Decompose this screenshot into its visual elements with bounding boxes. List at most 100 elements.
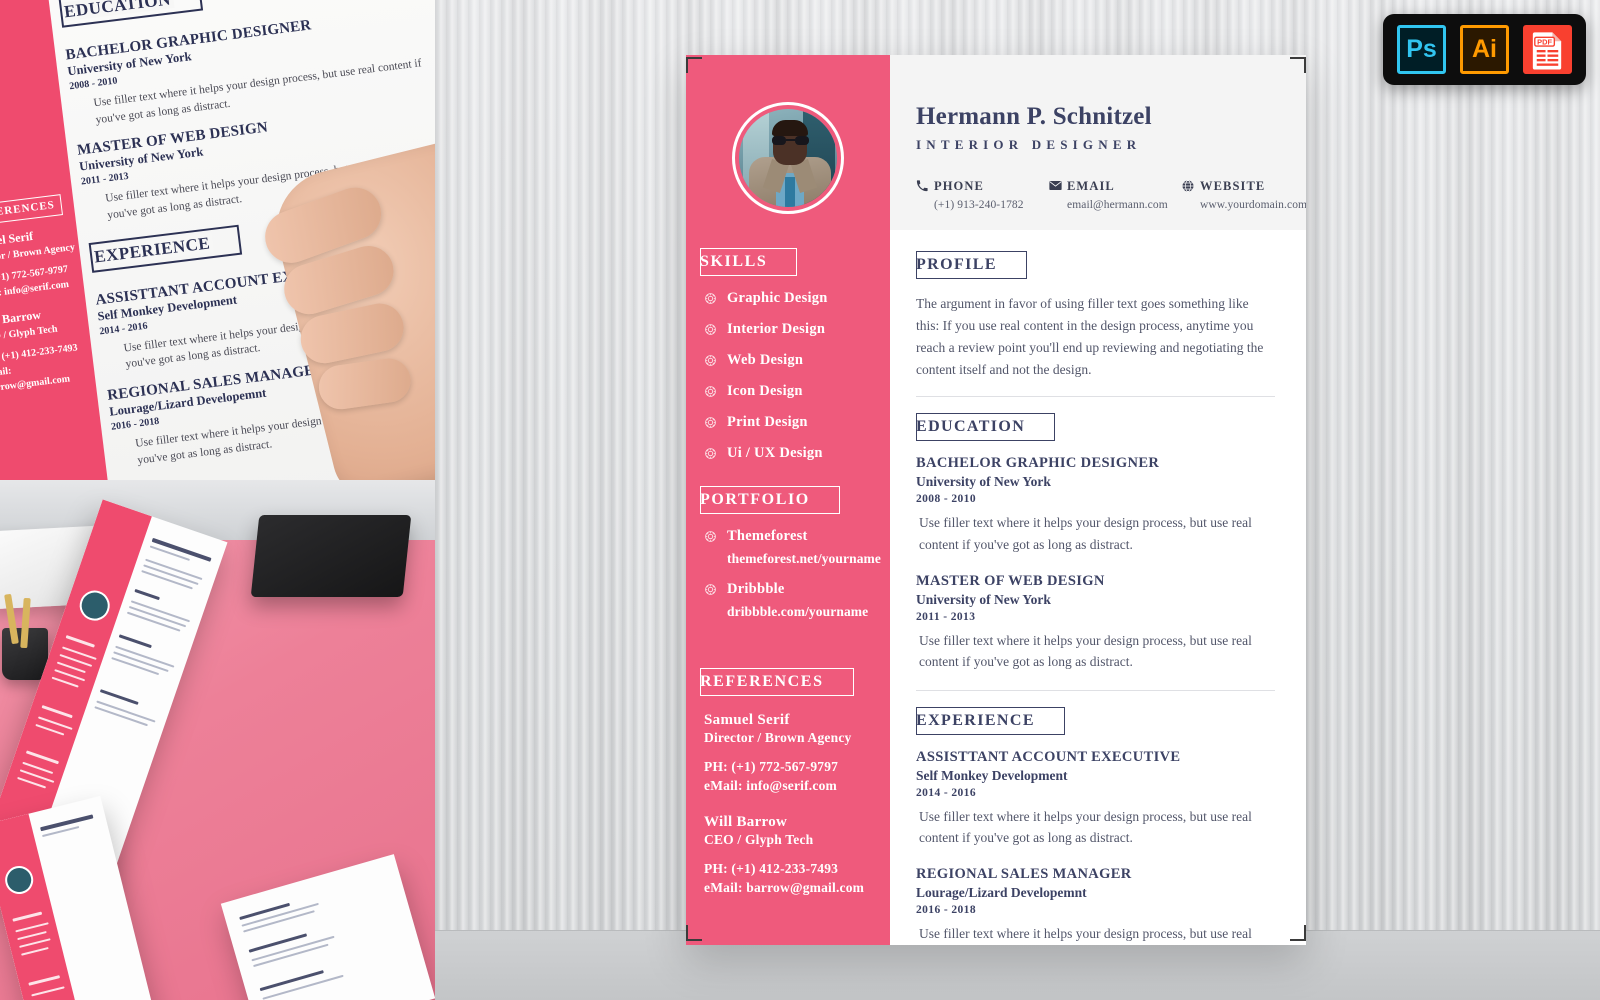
reference-phone: PH: (+1) 772-567-9797 xyxy=(704,759,839,774)
resume-main-column: Hermann P. Schnitzel INTERIOR DESIGNER P… xyxy=(890,55,1306,945)
illustrator-label: Ai xyxy=(1472,35,1497,63)
education-desc: Use filler text where it helps your desi… xyxy=(919,515,1252,553)
bullet-gear-icon xyxy=(704,385,717,398)
thumbnail-strip: REFERENCES Samuel Serif Director / Brown… xyxy=(0,0,435,1000)
bullet-gear-icon xyxy=(704,323,717,336)
education-title: MASTER OF WEB DESIGN xyxy=(916,572,1105,589)
experience-entry: ASSISTTANT ACCOUNT EXECUTIVE Self Monkey… xyxy=(916,749,1275,849)
experience-org: Lourage/Lizard Developemnt xyxy=(916,885,1087,900)
education-entry: MASTER OF WEB DESIGN University of New Y… xyxy=(916,573,1275,673)
portfolio-item[interactable]: Dribbble xyxy=(704,581,874,598)
contact-value: email@hermann.com xyxy=(1067,198,1168,211)
portfolio-url[interactable]: dribbble.com/yourname xyxy=(727,604,874,620)
thumb-experience-heading: EXPERIENCE xyxy=(88,224,243,273)
skill-label: Icon Design xyxy=(727,383,803,399)
skill-label: Interior Design xyxy=(727,321,826,337)
portfolio-heading: PORTFOLIO xyxy=(693,484,840,516)
email-icon xyxy=(1049,180,1062,192)
skill-item[interactable]: Web Design xyxy=(704,352,874,369)
education-desc: Use filler text where it helps your desi… xyxy=(919,632,1252,670)
education-title: BACHELOR GRAPHIC DESIGNER xyxy=(916,455,1160,472)
portfolio-section: PORTFOLIO Themeforest themeforest.net/yo… xyxy=(686,484,890,620)
crop-mark-top-right xyxy=(1290,57,1306,73)
education-heading-label: EDUCATION xyxy=(908,411,1026,444)
page-title: Hermann P. Schnitzel xyxy=(916,103,1152,130)
skill-label: Print Design xyxy=(727,414,808,430)
contact-label: WEBSITE xyxy=(1200,178,1266,193)
contact-email[interactable]: EMAIL email@hermann.com xyxy=(1049,179,1182,211)
contact-label: PHONE xyxy=(934,178,984,193)
profile-heading-label: PROFILE xyxy=(909,249,997,281)
experience-dates: 2016 - 2018 xyxy=(916,904,976,916)
reference-name: Samuel Serif xyxy=(704,712,790,728)
avatar xyxy=(732,102,844,214)
reference-email: eMail: barrow@gmail.com xyxy=(704,880,865,895)
thumb-references-heading: REFERENCES xyxy=(0,194,63,227)
reference-phone: PH: (+1) 412-233-7493 xyxy=(704,861,839,876)
skill-item[interactable]: Icon Design xyxy=(704,383,874,400)
skill-label: Graphic Design xyxy=(727,290,828,306)
contact-row: PHONE (+1) 913-240-1782 EMAIL email@herm… xyxy=(916,179,1306,211)
contact-phone[interactable]: PHONE (+1) 913-240-1782 xyxy=(916,179,1049,211)
experience-title: REGIONAL SALES MANAGER xyxy=(916,866,1132,882)
experience-heading-label: EXPERIENCE xyxy=(909,704,1035,737)
portfolio-item[interactable]: Themeforest xyxy=(704,528,874,545)
phone-icon xyxy=(916,180,928,192)
file-format-badge: Ps Ai PDF xyxy=(1383,14,1586,85)
thumbnail-top[interactable]: REFERENCES Samuel Serif Director / Brown… xyxy=(0,0,435,480)
contact-website[interactable]: WEBSITE www.yourdomain.com xyxy=(1182,179,1306,211)
skill-item[interactable]: Interior Design xyxy=(704,321,874,338)
resume-body: PROFILE The argument in favor of using f… xyxy=(890,230,1306,945)
reference-entry: Samuel Serif Director / Brown Agency PH:… xyxy=(704,712,874,794)
black-box-prop xyxy=(250,515,412,597)
divider xyxy=(916,396,1275,398)
crop-mark-bottom-right xyxy=(1290,925,1306,941)
experience-section: EXPERIENCE ASSISTTANT ACCOUNT EXECUTIVE … xyxy=(909,704,1275,945)
portfolio-list: Themeforest themeforest.net/yourname Dri… xyxy=(704,528,881,620)
references-section: REFERENCES Samuel Serif Director / Brown… xyxy=(686,666,890,896)
education-section: EDUCATION BACHELOR GRAPHIC DESIGNER Univ… xyxy=(908,411,1275,673)
screenshot-root: REFERENCES Samuel Serif Director / Brown… xyxy=(0,0,1600,1000)
experience-desc: Use filler text where it helps your desi… xyxy=(919,926,1252,941)
education-heading: EDUCATION xyxy=(908,411,1056,444)
portfolio-url[interactable]: themeforest.net/yourname xyxy=(727,551,881,567)
contact-value: (+1) 913-240-1782 xyxy=(934,198,1024,211)
experience-org: Self Monkey Development xyxy=(916,767,1068,783)
resume-sidebar: SKILLS Graphic Design Interior Design We… xyxy=(686,55,890,945)
skill-item[interactable]: Print Design xyxy=(704,414,874,431)
references-heading-label: REFERENCES xyxy=(693,666,824,698)
education-org: University of New York xyxy=(916,591,1051,607)
contact-value: www.yourdomain.com xyxy=(1200,198,1306,211)
skill-item[interactable]: Ui / UX Design xyxy=(704,445,874,462)
bullet-gear-icon xyxy=(704,416,717,429)
experience-entry: REGIONAL SALES MANAGER Lourage/Lizard De… xyxy=(916,866,1275,945)
bullet-gear-icon xyxy=(704,530,717,543)
portfolio-label: Dribbble xyxy=(727,581,785,597)
experience-dates: 2014 - 2016 xyxy=(916,786,976,799)
education-dates: 2008 - 2010 xyxy=(916,493,976,506)
skills-list: Graphic Design Interior Design Web Desig… xyxy=(704,290,874,462)
contact-label: EMAIL xyxy=(1067,178,1115,193)
thumbnail-bottom[interactable] xyxy=(0,480,435,1000)
education-dates: 2011 - 2013 xyxy=(916,610,976,623)
education-org: University of New York xyxy=(916,474,1051,490)
skill-item[interactable]: Graphic Design xyxy=(704,290,874,307)
avatar-photo xyxy=(739,109,837,207)
experience-title: ASSISTTANT ACCOUNT EXECUTIVE xyxy=(916,748,1181,765)
education-entry: BACHELOR GRAPHIC DESIGNER University of … xyxy=(916,455,1275,555)
svg-text:PDF: PDF xyxy=(1537,37,1552,46)
skills-heading: SKILLS xyxy=(692,246,798,278)
profile-text: The argument in favor of using filler te… xyxy=(916,296,1264,377)
thumb-education-heading: EDUCATION xyxy=(58,0,204,28)
illustrator-icon: Ai xyxy=(1460,25,1509,74)
globe-icon xyxy=(1182,180,1194,192)
reference-email: eMail: info@serif.com xyxy=(704,778,837,793)
sunglasses-icon xyxy=(772,136,809,145)
divider xyxy=(916,689,1275,691)
skill-label: Ui / UX Design xyxy=(727,445,823,461)
profile-section: PROFILE The argument in favor of using f… xyxy=(909,249,1275,380)
portfolio-heading-label: PORTFOLIO xyxy=(693,484,810,516)
resume-preview[interactable]: SKILLS Graphic Design Interior Design We… xyxy=(686,55,1306,945)
experience-heading: EXPERIENCE xyxy=(909,704,1065,737)
profile-heading: PROFILE xyxy=(909,249,1027,281)
